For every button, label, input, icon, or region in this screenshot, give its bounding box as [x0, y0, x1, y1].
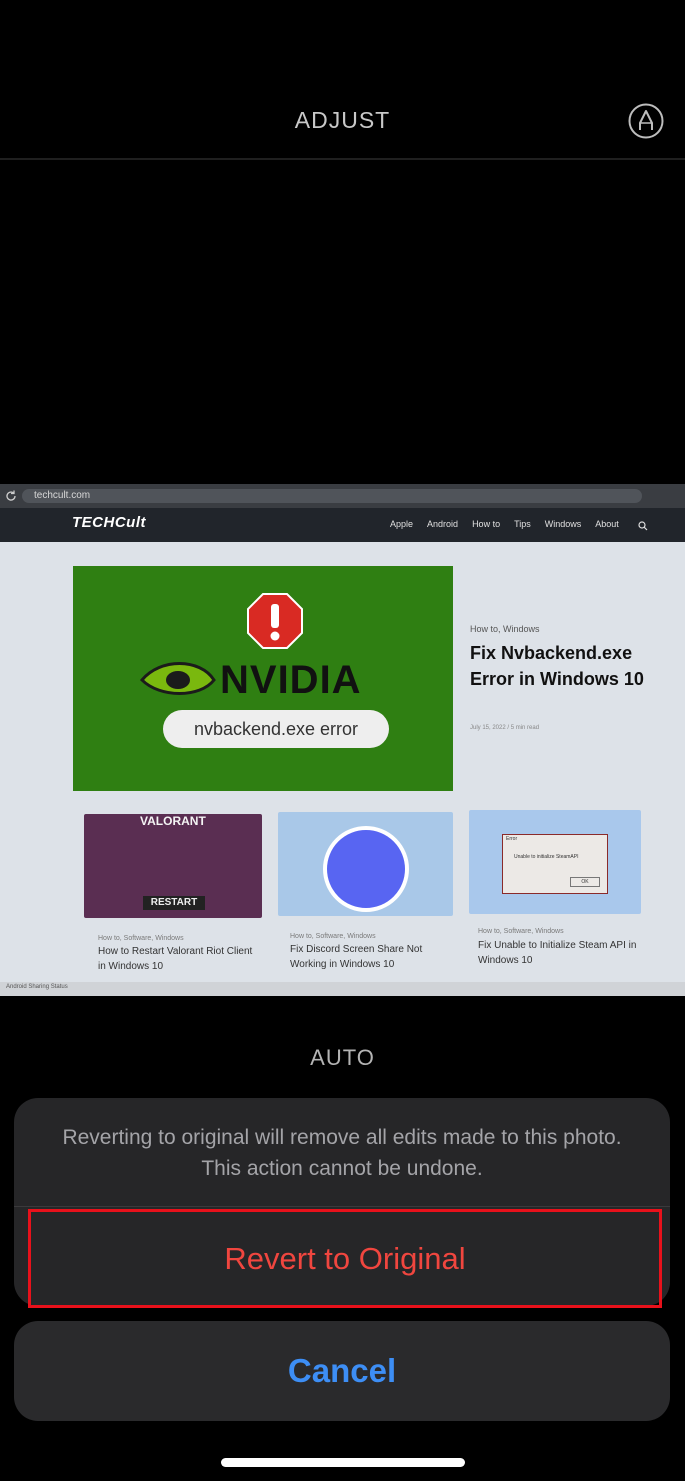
auto-adjust-label[interactable]: AUTO: [0, 1045, 685, 1071]
warning-icon: [247, 593, 303, 649]
cancel-button[interactable]: [14, 1321, 670, 1421]
error-dialog-ok: OK: [570, 877, 600, 887]
taskbar-text: Android Sharing Status: [6, 984, 68, 990]
url-bar: [22, 489, 642, 503]
site-logo: TECHCult: [72, 514, 146, 531]
card-image-tag: RESTART: [143, 896, 205, 910]
card-category: How to, Software, Windows: [478, 928, 564, 935]
search-icon: [638, 521, 648, 531]
nav-link: Windows: [544, 519, 582, 529]
action-sheet-divider: [14, 1206, 670, 1207]
page-title: ADJUST: [294, 107, 391, 133]
reload-icon: [6, 490, 16, 501]
error-dialog-title: Error: [506, 836, 518, 842]
error-dialog-text: Unable to initialize SteamAPI: [514, 854, 579, 860]
url-text: techcult.com: [34, 490, 91, 501]
markup-pen-icon[interactable]: [628, 103, 664, 139]
taskbar: [0, 982, 685, 996]
hero-category: How to, Windows: [470, 624, 540, 634]
nav-link: Tips: [514, 519, 531, 529]
nav-link: How to: [472, 519, 501, 529]
hero-title: Fix Nvbackend.exe Error in Windows 10: [470, 643, 644, 689]
header-divider: [0, 158, 685, 160]
action-sheet-message: Reverting to original will remove all ed…: [62, 1126, 622, 1180]
hero-meta: July 15, 2022 / 5 min read: [470, 725, 540, 731]
card-title: How to Restart Valorant Riot Client in W…: [98, 946, 253, 972]
hero-brand: NVIDIA: [220, 658, 362, 702]
site-nav-links: Apple Android How to Tips Windows About: [390, 519, 619, 529]
card-title: Fix Discord Screen Share Not Working in …: [290, 944, 423, 970]
discord-icon: [323, 826, 409, 912]
photo-preview: techcult.com TECHCult Apple Android How …: [0, 484, 685, 996]
revert-to-original-button[interactable]: [28, 1209, 662, 1308]
card-category: How to, Software, Windows: [290, 933, 376, 940]
hero-pill-text: nvbackend.exe error: [193, 719, 359, 739]
card-title: Fix Unable to Initialize Steam API in Wi…: [478, 940, 637, 966]
home-indicator[interactable]: [221, 1458, 465, 1467]
card-category: How to, Software, Windows: [98, 935, 184, 942]
editor-header: ADJUST: [0, 0, 685, 160]
nav-link: Apple: [390, 519, 414, 529]
nav-link: About: [595, 519, 619, 529]
card-image-title: VALORANT: [140, 814, 206, 828]
nav-link: Android: [427, 519, 459, 529]
